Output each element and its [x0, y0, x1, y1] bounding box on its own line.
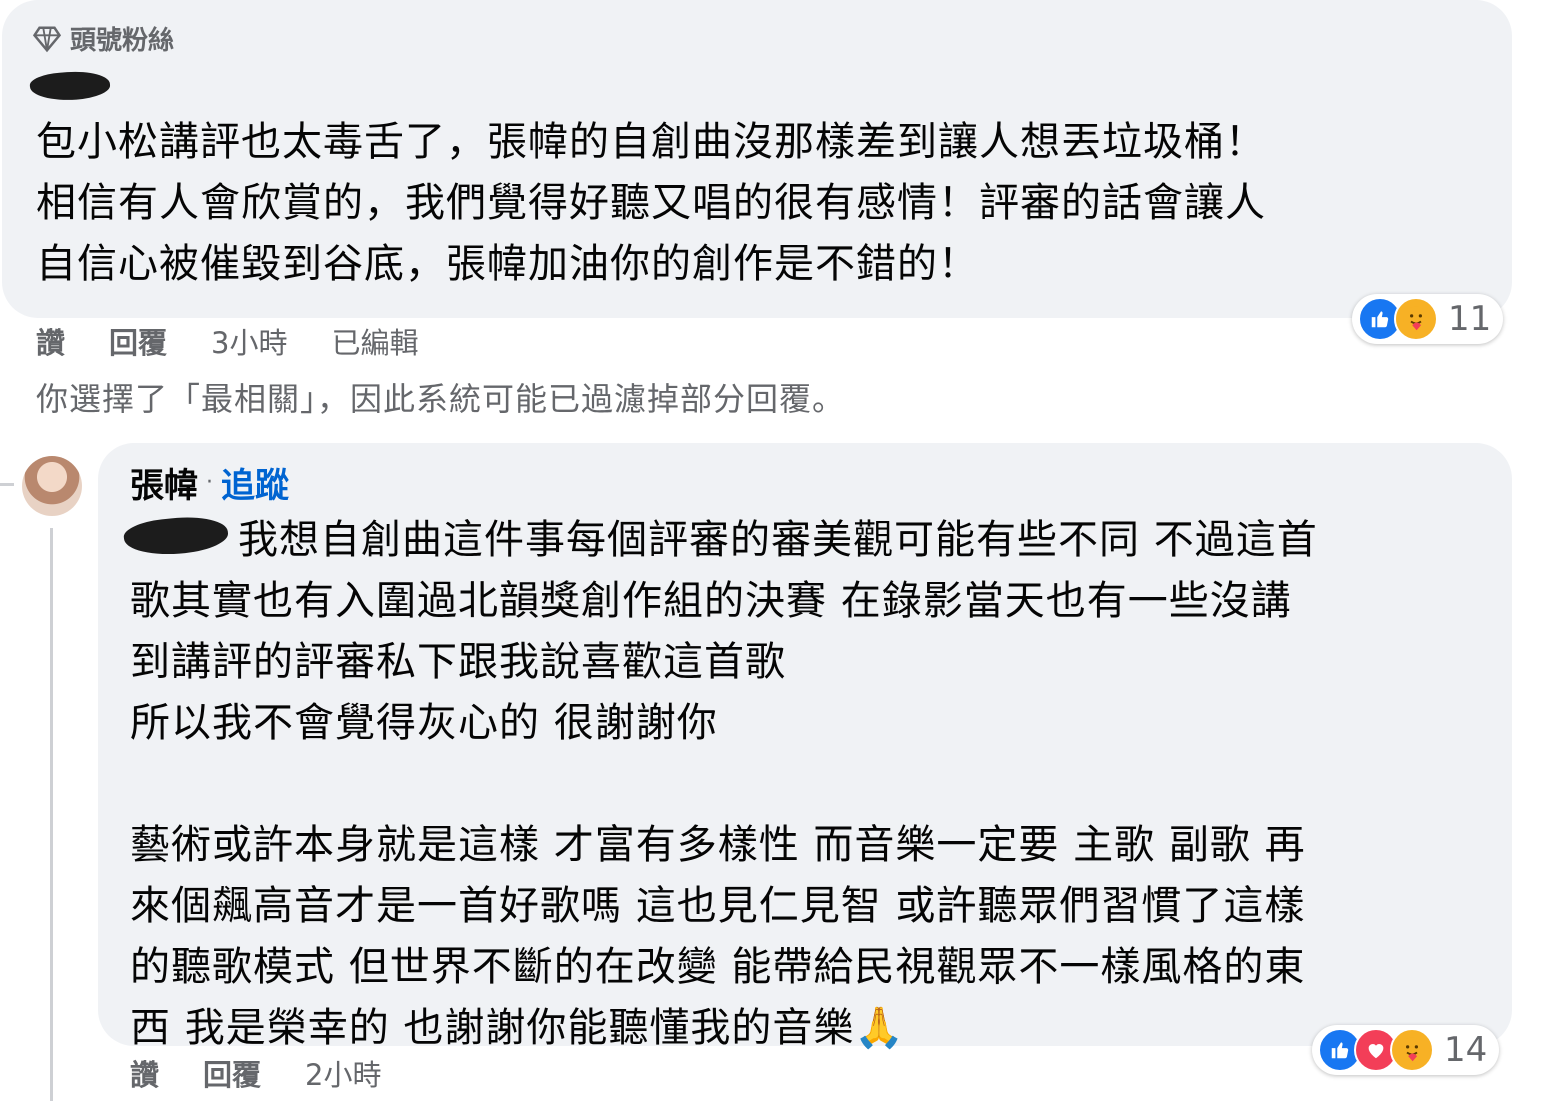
- diamond-icon: [32, 26, 62, 52]
- care-icon: [1394, 297, 1438, 341]
- reply-line: 藝術或許本身就是這樣 才富有多樣性 而音樂一定要 主歌 副歌 再: [130, 822, 1306, 868]
- edited-label[interactable]: 已編輯: [331, 320, 418, 362]
- reply-button[interactable]: 回覆: [109, 320, 167, 362]
- reaction-summary[interactable]: 14: [1312, 1025, 1500, 1075]
- reply-line: 我想自創曲這件事每個評審的審美觀可能有些不同 不過這首: [238, 517, 1318, 563]
- comment-text: 包小松講評也太毒舌了，張幃的自創曲沒那樣差到讓人想丟垃圾桶！ 相信有人會欣賞的，…: [36, 112, 1266, 295]
- like-button[interactable]: 讚: [36, 320, 65, 362]
- reply-line: 的聽歌模式 但世界不斷的在改變 能帶給民視觀眾不一樣風格的東: [130, 944, 1306, 990]
- reply-line: 到講評的評審私下跟我說喜歡這首歌: [130, 639, 786, 685]
- reply-button[interactable]: 回覆: [203, 1052, 261, 1094]
- reaction-count: 14: [1444, 1030, 1488, 1070]
- thread-connector: [0, 483, 14, 486]
- reaction-count: 11: [1448, 299, 1492, 339]
- top-fan-badge: 頭號粉絲: [32, 20, 174, 57]
- reply-text: 我想自創曲這件事每個評審的審美觀可能有些不同 不過這首 歌其實也有入圍過北韻獎創…: [130, 510, 1318, 1059]
- reaction-summary[interactable]: 11: [1352, 294, 1504, 344]
- like-button[interactable]: 讚: [130, 1052, 159, 1094]
- author-name[interactable]: 張幃: [130, 458, 198, 507]
- badge-label: 頭號粉絲: [70, 26, 175, 56]
- reply-header: 張幃 · 追蹤: [130, 458, 289, 507]
- reply-line: 所以我不會覺得灰心的 很謝謝你: [130, 700, 718, 746]
- avatar[interactable]: [22, 456, 82, 516]
- comment-line: 自信心被催毀到谷底，張幃加油你的創作是不錯的！: [36, 241, 979, 287]
- timestamp[interactable]: 2小時: [305, 1052, 381, 1094]
- follow-button[interactable]: 追蹤: [221, 458, 289, 507]
- comment-line: 相信有人會欣賞的，我們覺得好聽又唱的很有感情！評審的話會讓人: [36, 180, 1266, 226]
- thread-line: [50, 528, 53, 1101]
- reply-line: 西 我是榮幸的 也謝謝你能聽懂我的音樂🙏: [130, 1005, 906, 1051]
- reply-actions: 讚 回覆 2小時: [130, 1052, 425, 1094]
- timestamp[interactable]: 3小時: [211, 320, 287, 362]
- separator: ·: [206, 470, 213, 495]
- reply-line: 歌其實也有入圍過北韻獎創作組的決賽 在錄影當天也有一些沒講: [130, 578, 1292, 624]
- filter-notice: 你選擇了「最相關」，因此系統可能已過濾掉部分回覆。: [36, 380, 846, 418]
- comment-line: 包小松講評也太毒舌了，張幃的自創曲沒那樣差到讓人想丟垃圾桶！: [36, 119, 1266, 165]
- care-icon: [1390, 1028, 1434, 1072]
- reply-line: 來個飆高音才是一首好歌嗎 這也見仁見智 或許聽眾們習慣了這樣: [130, 883, 1306, 929]
- comment-actions: 讚 回覆 3小時 已編輯: [36, 320, 463, 362]
